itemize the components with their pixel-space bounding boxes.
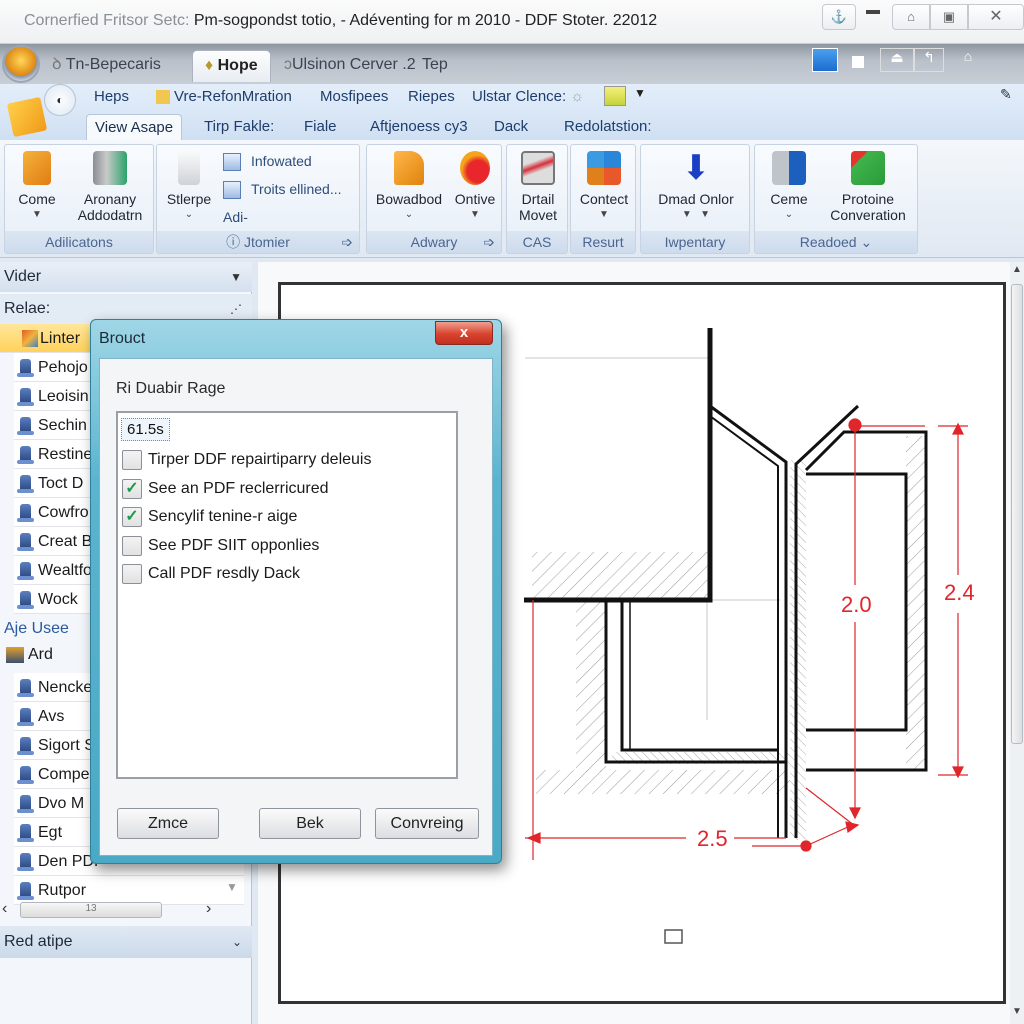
zmce-button[interactable]: Zmce bbox=[117, 808, 219, 839]
option-row[interactable]: Tirper DDF repairtiparry deleuis bbox=[122, 450, 371, 470]
hatched-slab bbox=[532, 436, 926, 840]
option-row[interactable]: ✓ Sencylif tenine-r aige bbox=[122, 507, 297, 527]
convreing-button[interactable]: Convreing bbox=[375, 808, 479, 839]
checkbox[interactable] bbox=[122, 564, 142, 584]
option-row[interactable]: Call PDF resdly Dack bbox=[122, 564, 300, 584]
dimension-grip[interactable] bbox=[848, 418, 862, 432]
section-label: Ri Duabir Rage bbox=[116, 380, 226, 397]
dialog-title: Brouct bbox=[99, 330, 146, 347]
checkbox[interactable]: ✓ bbox=[122, 507, 142, 527]
option-row[interactable]: See PDF SIIT opponlies bbox=[122, 535, 319, 556]
option-row[interactable]: ✓ See an PDF reclerricured bbox=[122, 478, 329, 499]
value-field[interactable]: 61.5s bbox=[121, 418, 170, 441]
checkbox[interactable]: ✓ bbox=[122, 478, 142, 499]
close-icon: x bbox=[459, 324, 469, 341]
dimension-label: 2.4 bbox=[944, 580, 975, 605]
image-icon[interactable] bbox=[664, 929, 683, 944]
dimension-label: 2.0 bbox=[841, 592, 872, 617]
app-menu-orb[interactable] bbox=[2, 45, 40, 83]
checkbox[interactable] bbox=[122, 450, 142, 470]
bek-button[interactable]: Bek bbox=[259, 808, 361, 839]
dimension-label: 2.5 bbox=[697, 826, 728, 851]
construction-lines bbox=[525, 357, 780, 720]
close-button[interactable]: x bbox=[435, 321, 493, 345]
checkbox[interactable] bbox=[122, 535, 142, 556]
